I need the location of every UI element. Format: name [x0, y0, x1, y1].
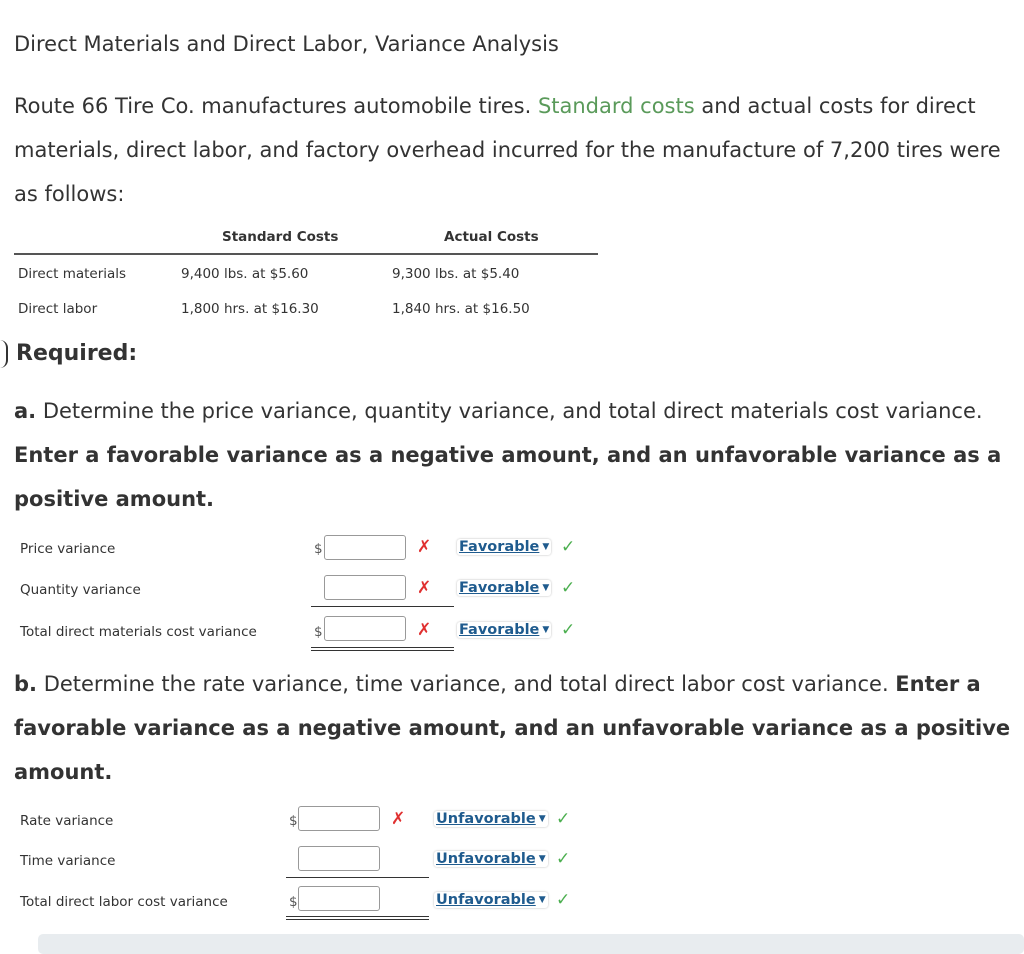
- selected-value: Unfavorable: [436, 851, 536, 867]
- chevron-down-icon: ▼: [542, 583, 550, 593]
- total-labor-variance-input[interactable]: [298, 886, 380, 911]
- incorrect-icon: ✗: [417, 578, 432, 598]
- part-b-text: Determine the rate variance, time varian…: [37, 672, 896, 696]
- price-variance-select[interactable]: Favorable ▼: [457, 539, 552, 555]
- total-materials-variance-input[interactable]: [324, 616, 406, 641]
- correct-icon: ✓: [561, 537, 576, 557]
- total-materials-variance-label: Total direct materials cost variance: [20, 624, 257, 640]
- total-double-underline: [286, 916, 429, 920]
- subtotal-underline: [311, 606, 454, 607]
- dollar-sign: $: [289, 894, 298, 910]
- header-actual-costs: Actual Costs: [444, 229, 539, 245]
- table-row: Direct materials 9,400 lbs. at $5.60 9,3…: [14, 255, 598, 290]
- part-a-letter: a.: [14, 399, 37, 423]
- quantity-variance-input[interactable]: [324, 575, 406, 600]
- correct-icon: ✓: [556, 890, 571, 910]
- row-actual: 1,840 hrs. at $16.50: [392, 301, 530, 317]
- selected-value: Favorable: [459, 622, 540, 638]
- row-actual: 9,300 lbs. at $5.40: [392, 266, 520, 282]
- total-materials-variance-select[interactable]: Favorable ▼: [457, 622, 552, 638]
- total-labor-variance-select[interactable]: Unfavorable ▼: [434, 892, 548, 908]
- incorrect-icon: ✗: [417, 537, 432, 557]
- intro-text-1: Route 66 Tire Co. manufactures automobil…: [14, 94, 538, 118]
- chevron-down-icon: ▼: [538, 814, 546, 824]
- footer-panel: [38, 934, 1024, 954]
- subtotal-underline: [286, 877, 429, 878]
- time-variance-label: Time variance: [20, 853, 116, 869]
- quantity-variance-select[interactable]: Favorable ▼: [457, 580, 552, 596]
- row-label: Direct materials: [18, 266, 127, 282]
- collapse-toggle-icon[interactable]: [0, 340, 8, 368]
- selected-value: Unfavorable: [436, 892, 536, 908]
- incorrect-icon: ✗: [391, 809, 406, 829]
- header-standard-costs: Standard Costs: [222, 229, 339, 245]
- correct-icon: ✓: [561, 578, 576, 598]
- part-a-bold-text: Enter a favorable variance as a negative…: [14, 443, 1002, 511]
- selected-value: Favorable: [459, 580, 540, 596]
- standard-costs-link[interactable]: Standard costs: [538, 94, 695, 118]
- selected-value: Unfavorable: [436, 811, 536, 827]
- chevron-down-icon: ▼: [542, 625, 550, 635]
- chevron-down-icon: ▼: [542, 542, 550, 552]
- page-title: Direct Materials and Direct Labor, Varia…: [14, 32, 559, 56]
- dollar-sign: $: [314, 541, 323, 557]
- cost-table: Standard Costs Actual Costs Direct mater…: [14, 225, 598, 325]
- time-variance-input[interactable]: [298, 846, 380, 871]
- part-b-letter: b.: [14, 672, 38, 696]
- row-standard: 9,400 lbs. at $5.60: [181, 266, 309, 282]
- incorrect-icon: ✗: [417, 620, 432, 640]
- part-b-instructions: b. Determine the rate variance, time var…: [14, 662, 1014, 794]
- required-heading: Required:: [0, 340, 137, 368]
- required-label: Required:: [16, 341, 138, 366]
- dollar-sign: $: [314, 624, 323, 640]
- rate-variance-label: Rate variance: [20, 813, 114, 829]
- time-variance-select[interactable]: Unfavorable ▼: [434, 851, 548, 867]
- part-a-text: Determine the price variance, quantity v…: [36, 399, 983, 423]
- row-label: Direct labor: [18, 301, 98, 317]
- row-standard: 1,800 hrs. at $16.30: [181, 301, 319, 317]
- dollar-sign: $: [289, 813, 298, 829]
- selected-value: Favorable: [459, 539, 540, 555]
- chevron-down-icon: ▼: [538, 895, 546, 905]
- price-variance-input[interactable]: [324, 535, 406, 560]
- part-a-instructions: a. Determine the price variance, quantit…: [14, 389, 1014, 521]
- chevron-down-icon: ▼: [538, 854, 546, 864]
- correct-icon: ✓: [556, 809, 571, 829]
- cost-table-header: Standard Costs Actual Costs: [14, 225, 598, 255]
- quantity-variance-label: Quantity variance: [20, 582, 141, 598]
- total-labor-variance-label: Total direct labor cost variance: [20, 894, 228, 910]
- correct-icon: ✓: [561, 620, 576, 640]
- correct-icon: ✓: [556, 849, 571, 869]
- rate-variance-select[interactable]: Unfavorable ▼: [434, 811, 548, 827]
- rate-variance-input[interactable]: [298, 806, 380, 831]
- intro-paragraph: Route 66 Tire Co. manufactures automobil…: [14, 84, 1019, 216]
- total-double-underline: [311, 647, 454, 651]
- table-row: Direct labor 1,800 hrs. at $16.30 1,840 …: [14, 290, 598, 325]
- price-variance-label: Price variance: [20, 541, 116, 557]
